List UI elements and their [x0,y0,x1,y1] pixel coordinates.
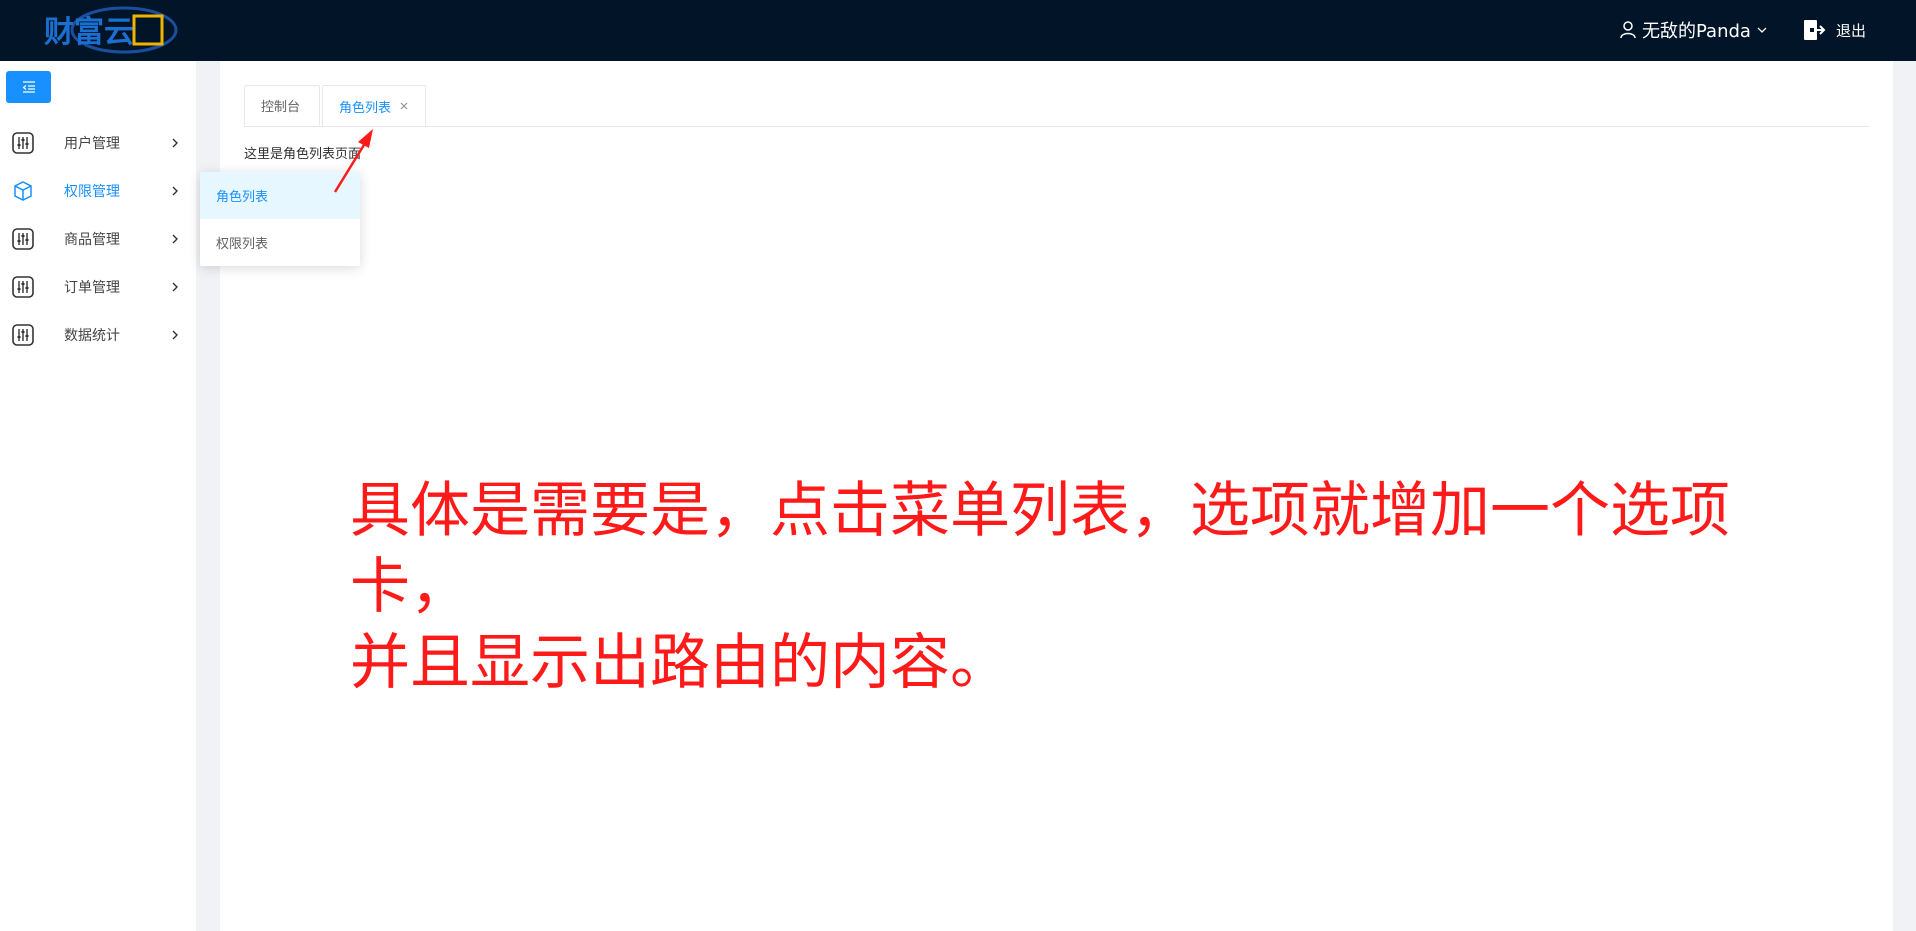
tab-label: 角色列表 [339,100,392,116]
chevron-right-icon [172,282,178,292]
sidebar-item-label: 商品管理 [64,232,120,248]
logout-icon [1802,18,1826,42]
permissions-submenu: 角色列表 权限列表 [200,172,360,266]
logo[interactable]: 财富云 [40,4,180,56]
sidebar-item-label: 订单管理 [64,280,120,296]
submenu-item-label: 角色列表 [216,190,269,205]
chevron-right-icon [172,234,178,244]
close-icon[interactable] [399,101,409,111]
submenu-item-role-list[interactable]: 角色列表 [200,172,360,219]
sidebar-item-users[interactable]: 用户管理 [0,119,196,167]
tab-label: 控制台 [261,100,301,115]
cube-icon [14,181,32,201]
sidebar-item-products[interactable]: 商品管理 [0,215,196,263]
sliders-icon [12,228,34,250]
logout-label: 退出 [1836,21,1867,40]
sidebar-item-statistics[interactable]: 数据统计 [0,311,196,359]
submenu-item-permission-list[interactable]: 权限列表 [200,219,360,266]
annotation-text: 具体是需要是，点击菜单列表，选项就增加一个选项卡， 并且显示出路由的内容。 [350,473,1800,701]
sidebar-item-orders[interactable]: 订单管理 [0,263,196,311]
sliders-icon [12,132,34,154]
tab-role-list[interactable]: 角色列表 [322,85,426,126]
sidebar-item-label: 数据统计 [64,328,120,344]
sliders-icon [12,276,34,298]
logout-button[interactable]: 退出 [1802,14,1866,46]
submenu-item-label: 权限列表 [216,237,269,252]
chevron-right-icon [172,186,178,196]
chevron-right-icon [172,138,178,148]
sliders-icon [12,324,34,346]
user-icon [1620,21,1636,39]
chevron-down-icon [1757,25,1767,35]
user-menu[interactable]: 无敌的Panda [1620,14,1767,46]
logo-text: 财富云 [44,15,134,50]
annotation-line-2: 并且显示出路由的内容。 [350,628,1010,698]
annotation-line-1: 具体是需要是，点击菜单列表，选项就增加一个选项卡， [350,476,1730,622]
sidebar-item-permissions[interactable]: 权限管理 [0,167,196,215]
sidebar-item-label: 权限管理 [64,184,120,200]
content-gutter-right [1893,61,1916,931]
tab-dashboard[interactable]: 控制台 [244,85,320,125]
sidebar: 用户管理 权限管理 商品管理 订单管理 数据统计 [0,61,196,931]
collapse-menu-button[interactable] [6,71,51,103]
sidebar-item-label: 用户管理 [64,136,120,152]
tab-bar: 控制台 角色列表 [244,85,1869,127]
indent-icon [22,81,35,93]
chevron-right-icon [172,330,178,340]
top-header: 财富云 无敌的Panda 退出 [0,0,1916,61]
user-name: 无敌的Panda [1642,21,1751,42]
page-body-text: 这里是角色列表页面 [244,147,362,162]
